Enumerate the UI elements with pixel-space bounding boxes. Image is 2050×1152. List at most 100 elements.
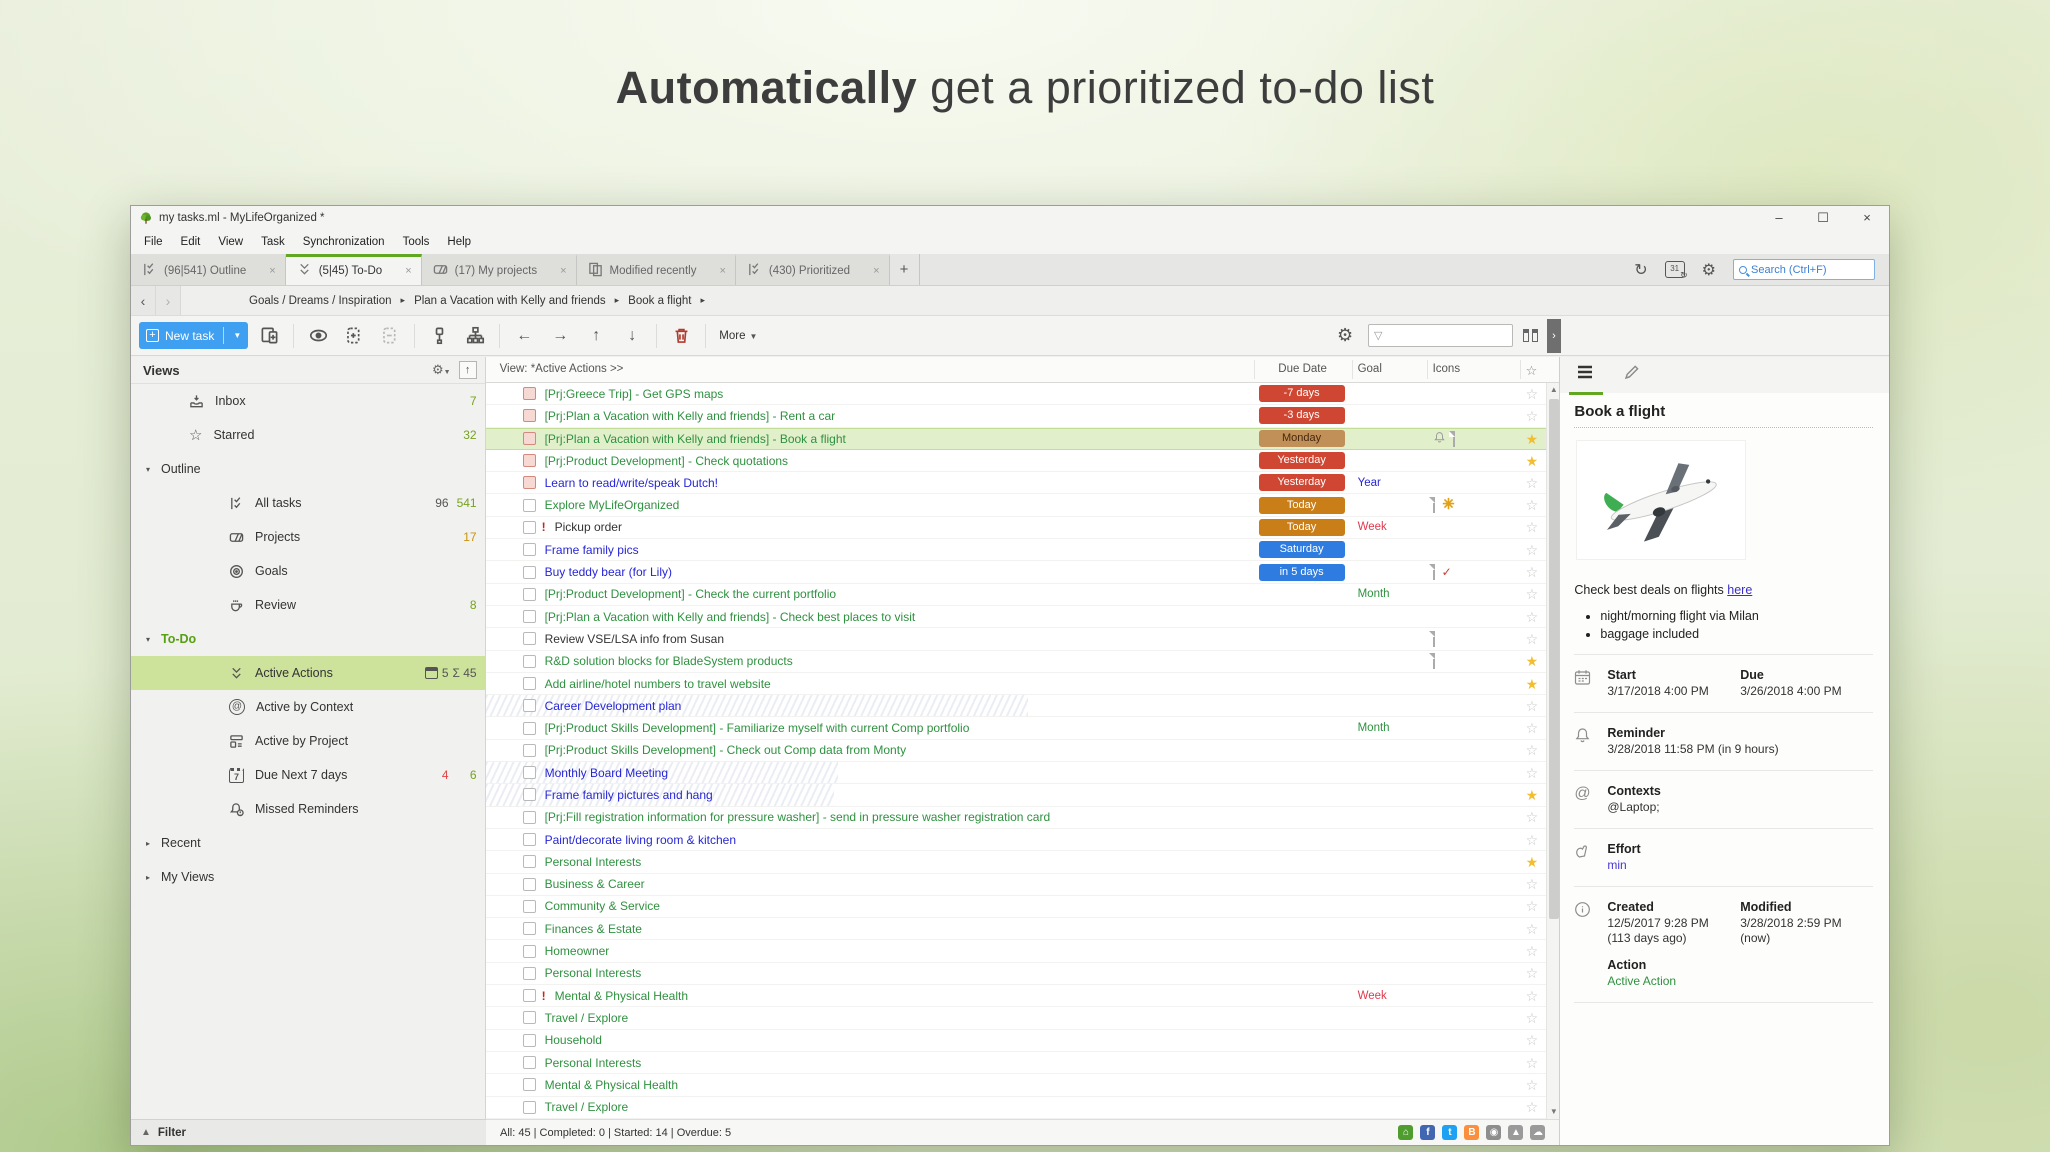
task-row[interactable]: Finances & Estate☆ [486, 918, 1547, 940]
task-title[interactable]: [Prj:Greece Trip] - Get GPS maps [545, 387, 724, 401]
task-title[interactable]: Paint/decorate living room & kitchen [545, 833, 736, 847]
star-toggle-icon[interactable]: ☆ [1526, 699, 1539, 713]
task-title[interactable]: Travel / Explore [545, 1100, 629, 1114]
task-row[interactable]: Household ☆ [486, 1030, 1547, 1052]
close-button[interactable]: × [1845, 206, 1889, 230]
task-title[interactable]: Travel / Explore [545, 1011, 629, 1025]
delete-task-icon[interactable] [666, 326, 696, 345]
task-checkbox[interactable] [523, 722, 536, 735]
star-toggle-icon[interactable]: ☆ [1526, 1033, 1539, 1047]
focus-eye-icon[interactable] [303, 326, 333, 345]
menu-item-file[interactable]: File [135, 236, 172, 248]
view-settings-gear-icon[interactable]: ⚙ [1337, 325, 1353, 346]
zoom-in-icon[interactable] [339, 326, 369, 345]
task-title[interactable]: Personal Interests [545, 966, 642, 980]
task-title[interactable]: Explore MyLifeOrganized [545, 498, 680, 512]
task-title[interactable]: Review VSE/LSA info from Susan [545, 632, 724, 646]
task-row[interactable]: Paint/decorate living room & kitchen☆ [486, 829, 1547, 851]
new-task-button[interactable]: + New task ▼ [139, 322, 248, 349]
task-row[interactable]: Travel / Explore ☆ [486, 1007, 1547, 1029]
effort-field[interactable]: Effortmin [1574, 842, 1873, 873]
facebook-icon[interactable]: f [1420, 1125, 1435, 1140]
sidebar-item-goals[interactable]: Goals [131, 554, 485, 588]
tab--430-prioritized[interactable]: (430) Prioritized× [736, 254, 890, 285]
tab--96-541-outline[interactable]: (96|541) Outline× [131, 254, 286, 285]
task-title[interactable]: [Prj:Product Development] - Check quotat… [545, 454, 788, 468]
task-checkbox[interactable] [523, 521, 536, 534]
columns-toggle-icon[interactable] [1523, 329, 1538, 342]
task-checkbox[interactable] [523, 655, 536, 668]
mlo-home-icon[interactable]: ⌂ [1398, 1125, 1413, 1140]
panel-collapse-handle[interactable]: › [1547, 319, 1561, 353]
task-row[interactable]: !Mental & Physical HealthWeek☆ [486, 985, 1547, 1007]
task-checkbox[interactable] [523, 989, 536, 1002]
breadcrumb-item[interactable]: Plan a Vacation with Kelly and friends [414, 295, 606, 307]
column-icons[interactable]: Icons [1433, 363, 1461, 375]
star-toggle-icon[interactable]: ★ [1526, 654, 1539, 668]
star-toggle-icon[interactable]: ☆ [1526, 766, 1539, 780]
tab-notes-pencil-icon[interactable] [1622, 364, 1642, 387]
back-button[interactable]: ‹ [131, 286, 156, 315]
task-checkbox[interactable] [523, 588, 536, 601]
task-checkbox[interactable] [523, 811, 536, 824]
views-options-gear-icon[interactable]: ⚙▼ [432, 362, 451, 378]
star-toggle-icon[interactable]: ☆ [1526, 1056, 1539, 1070]
task-title[interactable]: R&D solution blocks for BladeSystem prod… [545, 654, 793, 668]
close-tab-icon[interactable]: × [560, 265, 566, 277]
search-box[interactable] [1733, 259, 1875, 280]
star-toggle-icon[interactable]: ☆ [1526, 1011, 1539, 1025]
sync-icon[interactable]: ↻ [1634, 260, 1647, 280]
task-checkbox[interactable] [523, 766, 536, 779]
task-checkbox[interactable] [523, 699, 536, 712]
task-row[interactable]: R&D solution blocks for BladeSystem prod… [486, 651, 1547, 673]
task-row[interactable]: Buy teddy bear (for Lily)in 5 days✓☆ [486, 561, 1547, 583]
tab-modified-recently[interactable]: Modified recently× [577, 254, 736, 285]
quick-filter-input[interactable]: ▽ [1368, 324, 1513, 347]
sidebar-item-inbox[interactable]: Inbox7 [131, 384, 485, 418]
task-title[interactable]: Frame family pictures and hang [545, 788, 713, 802]
task-checkbox[interactable] [523, 900, 536, 913]
maximize-button[interactable]: ☐ [1801, 206, 1845, 230]
collapse-arrow-icon[interactable]: ▾ [143, 465, 153, 474]
sidebar-item-active-by-context[interactable]: @Active by Context [131, 690, 485, 724]
android-icon[interactable]: ▲ [1508, 1125, 1523, 1140]
move-down-icon[interactable]: ↓ [617, 327, 647, 345]
collapse-arrow-icon[interactable]: ▾ [143, 635, 153, 644]
star-toggle-icon[interactable]: ☆ [1526, 610, 1539, 624]
task-row[interactable]: Personal Interests ☆ [486, 1052, 1547, 1074]
move-up-icon[interactable]: ↑ [581, 327, 611, 345]
star-toggle-icon[interactable]: ★ [1526, 432, 1539, 446]
column-star-icon[interactable]: ☆ [1526, 363, 1538, 379]
task-title[interactable]: Learn to read/write/speak Dutch! [545, 476, 718, 490]
task-checkbox[interactable] [523, 543, 536, 556]
star-toggle-icon[interactable]: ☆ [1526, 966, 1539, 980]
more-button[interactable]: More▼ [719, 330, 757, 342]
hoist-icon[interactable] [424, 326, 454, 345]
star-toggle-icon[interactable]: ☆ [1526, 565, 1539, 579]
task-title[interactable]: Personal Interests [545, 1056, 642, 1070]
task-title[interactable]: Homeowner [545, 944, 610, 958]
outdent-icon[interactable]: ← [509, 327, 539, 345]
task-checkbox[interactable] [523, 1056, 536, 1069]
star-toggle-icon[interactable]: ☆ [1526, 810, 1539, 824]
task-row[interactable]: [Prj:Plan a Vacation with Kelly and frie… [486, 428, 1547, 450]
task-title[interactable]: [Prj:Fill registration information for p… [545, 810, 1051, 824]
task-row[interactable]: Monthly Board Meeting☆ [486, 762, 1547, 784]
tab-properties-icon[interactable] [1576, 364, 1596, 387]
task-title[interactable]: [Prj:Plan a Vacation with Kelly and frie… [545, 409, 836, 423]
task-title[interactable]: Household [545, 1033, 602, 1047]
task-row[interactable]: !Pickup orderTodayWeek☆ [486, 517, 1547, 539]
expand-arrow-icon[interactable]: ▸ [143, 873, 153, 882]
task-checkbox[interactable] [523, 454, 536, 467]
menu-item-edit[interactable]: Edit [172, 236, 210, 248]
task-title[interactable]: Personal Interests [545, 855, 642, 869]
sidebar-item-outline[interactable]: ▾Outline [131, 452, 485, 486]
task-row[interactable]: Business & Career☆ [486, 874, 1547, 896]
task-checkbox[interactable] [523, 387, 536, 400]
task-checkbox[interactable] [523, 677, 536, 690]
star-toggle-icon[interactable]: ☆ [1526, 922, 1539, 936]
task-checkbox[interactable] [523, 610, 536, 623]
task-title[interactable]: Buy teddy bear (for Lily) [545, 565, 672, 579]
dates-field[interactable]: Start3/17/2018 4:00 PM Due3/26/2018 4:00… [1574, 668, 1873, 699]
task-row[interactable]: Homeowner☆ [486, 940, 1547, 962]
